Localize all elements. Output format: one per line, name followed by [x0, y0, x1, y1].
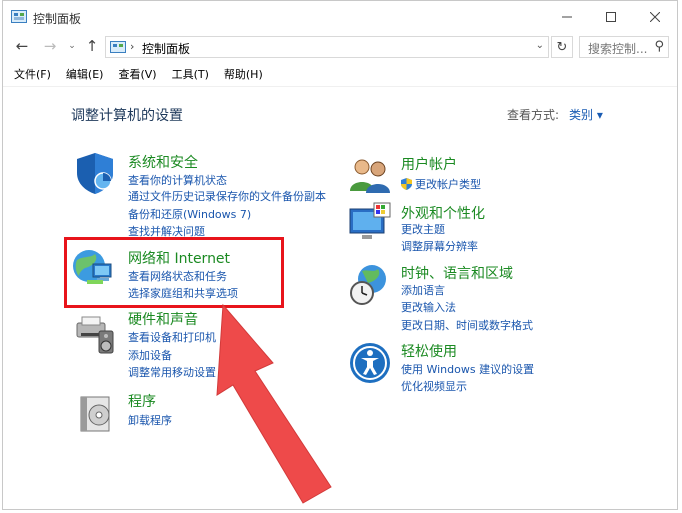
- address-bar[interactable]: › 控制面板 ⌄: [105, 36, 549, 58]
- menu-help[interactable]: 帮助(H): [224, 63, 263, 85]
- category-title-system-security[interactable]: 系统和安全: [128, 152, 198, 172]
- recent-locations-button[interactable]: ⌄: [63, 37, 81, 55]
- menu-bar: 文件(F) 编辑(E) 查看(V) 工具(T) 帮助(H): [3, 63, 677, 85]
- minimize-button[interactable]: [545, 1, 589, 33]
- search-icon[interactable]: ⚲: [654, 39, 664, 54]
- refresh-icon: ↻: [556, 39, 568, 55]
- maximize-icon: [606, 12, 616, 22]
- chevron-down-icon: ⌄: [68, 41, 76, 51]
- category-title-appearance[interactable]: 外观和个性化: [401, 203, 485, 223]
- back-button[interactable]: ←: [13, 37, 31, 55]
- annotation-arrow: [216, 303, 332, 504]
- arrow-left-icon: ←: [15, 37, 29, 55]
- clock-globe-icon[interactable]: [348, 263, 392, 307]
- menu-edit[interactable]: 编辑(E): [66, 63, 104, 85]
- category-title-hardware[interactable]: 硬件和声音: [128, 309, 198, 329]
- window-title: 控制面板: [33, 12, 82, 26]
- link-optimize-display[interactable]: 优化视频显示: [401, 378, 467, 394]
- menu-file[interactable]: 文件(F): [14, 63, 51, 85]
- category-title-clock-region[interactable]: 时钟、语言和区域: [401, 263, 513, 283]
- forward-button[interactable]: →: [41, 37, 59, 55]
- link-change-account-type-label: 更改帐户类型: [415, 178, 481, 191]
- control-panel-icon: [11, 10, 27, 23]
- menu-view[interactable]: 查看(V): [118, 63, 156, 85]
- search-placeholder: 搜索控制...: [588, 42, 648, 56]
- address-dropdown-icon[interactable]: ⌄: [536, 40, 544, 51]
- category-title-programs[interactable]: 程序: [128, 391, 156, 411]
- link-windows-suggested-settings[interactable]: 使用 Windows 建议的设置: [401, 361, 534, 377]
- link-change-account-type[interactable]: 更改帐户类型: [401, 176, 481, 192]
- maximize-button[interactable]: [589, 1, 633, 33]
- link-date-time-format[interactable]: 更改日期、时间或数字格式: [401, 317, 533, 333]
- link-uninstall-program[interactable]: 卸载程序: [128, 412, 172, 428]
- category-title-ease-access[interactable]: 轻松使用: [401, 341, 457, 361]
- link-file-history[interactable]: 通过文件历史记录保存你的文件备份副本: [128, 188, 326, 204]
- uac-shield-icon: [401, 178, 412, 190]
- view-by-dropdown[interactable]: 类别 ▾: [569, 106, 603, 123]
- link-change-theme[interactable]: 更改主题: [401, 221, 445, 237]
- title-bar: 控制面板: [3, 1, 677, 33]
- category-title-user-accounts[interactable]: 用户帐户: [401, 154, 457, 174]
- arrow-up-icon: ↑: [85, 37, 99, 55]
- control-panel-window: 控制面板 ← → ⌄ ↑ › 控制面板 ⌄ ↻ 搜索控制... ⚲ 文件(F) …: [2, 0, 678, 510]
- refresh-button[interactable]: ↻: [551, 36, 573, 58]
- page-title: 调整计算机的设置: [71, 108, 183, 124]
- divider: [3, 86, 677, 87]
- up-button[interactable]: ↑: [83, 37, 101, 55]
- ease-of-access-icon[interactable]: [348, 341, 392, 385]
- search-input[interactable]: 搜索控制... ⚲: [579, 36, 669, 58]
- highlight-box: [64, 237, 284, 308]
- link-backup-restore[interactable]: 备份和还原(Windows 7): [128, 206, 251, 222]
- close-icon: [650, 12, 660, 22]
- close-button[interactable]: [633, 1, 677, 33]
- security-shield-icon[interactable]: [73, 151, 117, 195]
- control-panel-icon: [110, 41, 126, 53]
- breadcrumb[interactable]: 控制面板: [142, 40, 190, 57]
- link-add-language[interactable]: 添加语言: [401, 282, 445, 298]
- arrow-right-icon: →: [43, 37, 57, 55]
- breadcrumb-separator-icon: ›: [130, 40, 135, 53]
- programs-disc-icon[interactable]: [75, 391, 119, 435]
- link-add-device[interactable]: 添加设备: [128, 347, 172, 363]
- menu-tools[interactable]: 工具(T): [172, 63, 209, 85]
- appearance-monitor-icon[interactable]: [348, 201, 392, 245]
- printer-speaker-icon[interactable]: [73, 313, 117, 357]
- minimize-icon: [562, 16, 572, 18]
- user-accounts-icon[interactable]: [348, 153, 392, 197]
- link-screen-resolution[interactable]: 调整屏幕分辨率: [401, 238, 478, 254]
- navigation-bar: ← → ⌄ ↑ › 控制面板 ⌄ ↻ 搜索控制... ⚲: [3, 33, 677, 61]
- link-view-computer-status[interactable]: 查看你的计算机状态: [128, 172, 227, 188]
- view-by-label: 查看方式:: [507, 108, 560, 122]
- link-change-input-method[interactable]: 更改输入法: [401, 299, 456, 315]
